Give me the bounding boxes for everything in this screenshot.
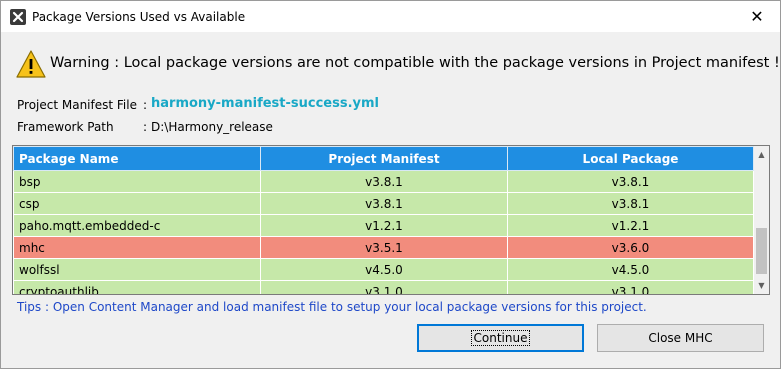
column-header-package-name[interactable]: Package Name (13, 146, 261, 171)
cell-package-name: csp (13, 192, 261, 215)
window-title: Package Versions Used vs Available (32, 10, 246, 24)
package-versions-table[interactable]: Package Name Project Manifest Local Pack… (12, 145, 770, 295)
framework-path-value: D:\Harmony_release (151, 120, 273, 134)
table-row[interactable]: cryptoauthlib v3.1.0 v3.1.0 (13, 280, 754, 294)
column-header-project-manifest[interactable]: Project Manifest (260, 146, 508, 171)
cell-local-package: v3.8.1 (507, 170, 754, 193)
table-row[interactable]: wolfssl v4.5.0 v4.5.0 (13, 258, 754, 281)
cell-project-manifest: v3.8.1 (260, 170, 508, 193)
cell-package-name: bsp (13, 170, 261, 193)
cell-project-manifest: v1.2.1 (260, 214, 508, 237)
scroll-up-arrow-icon[interactable]: ▲ (754, 146, 769, 163)
manifest-file-label: Project Manifest File (17, 98, 137, 112)
manifest-file-colon: : (143, 98, 148, 112)
cell-project-manifest: v4.5.0 (260, 258, 508, 281)
framework-path-colon: : (143, 120, 148, 134)
table-header-row: Package Name Project Manifest Local Pack… (13, 146, 754, 171)
cell-package-name: cryptoauthlib (13, 280, 261, 294)
cell-project-manifest: v3.8.1 (260, 192, 508, 215)
table-row[interactable]: paho.mqtt.embedded-c v1.2.1 v1.2.1 (13, 214, 754, 237)
column-header-local-package[interactable]: Local Package (507, 146, 754, 171)
cell-package-name: paho.mqtt.embedded-c (13, 214, 261, 237)
manifest-file-value: harmony-manifest-success.yml (151, 96, 380, 111)
cell-local-package: v4.5.0 (507, 258, 754, 281)
cell-local-package: v1.2.1 (507, 214, 754, 237)
mhc-app-icon (10, 9, 26, 25)
cell-project-manifest: v3.5.1 (260, 236, 508, 259)
close-mhc-button[interactable]: Close MHC (597, 324, 764, 352)
continue-button-label: Continue (470, 330, 531, 346)
continue-button[interactable]: Continue (417, 324, 584, 352)
table-row-mismatch[interactable]: mhc v3.5.1 v3.6.0 (13, 236, 754, 259)
cell-package-name: mhc (13, 236, 261, 259)
title-bar[interactable]: Package Versions Used vs Available ✕ (1, 1, 780, 32)
cell-project-manifest: v3.1.0 (260, 280, 508, 294)
close-window-icon[interactable]: ✕ (734, 1, 780, 32)
scroll-thumb[interactable] (756, 228, 767, 274)
package-versions-dialog: Package Versions Used vs Available ✕ War… (0, 0, 781, 369)
table-row[interactable]: bsp v3.8.1 v3.8.1 (13, 170, 754, 193)
warning-message: Warning : Local package versions are not… (50, 55, 780, 71)
table-row[interactable]: csp v3.8.1 v3.8.1 (13, 192, 754, 215)
warning-triangle-icon (15, 49, 47, 79)
table-vertical-scrollbar[interactable]: ▲ ▼ (754, 146, 769, 294)
cell-local-package: v3.6.0 (507, 236, 754, 259)
tips-text: Tips : Open Content Manager and load man… (17, 300, 647, 314)
scroll-down-arrow-icon[interactable]: ▼ (754, 277, 769, 294)
cell-local-package: v3.8.1 (507, 192, 754, 215)
framework-path-label: Framework Path (17, 120, 114, 134)
cell-package-name: wolfssl (13, 258, 261, 281)
cell-local-package: v3.1.0 (507, 280, 754, 294)
